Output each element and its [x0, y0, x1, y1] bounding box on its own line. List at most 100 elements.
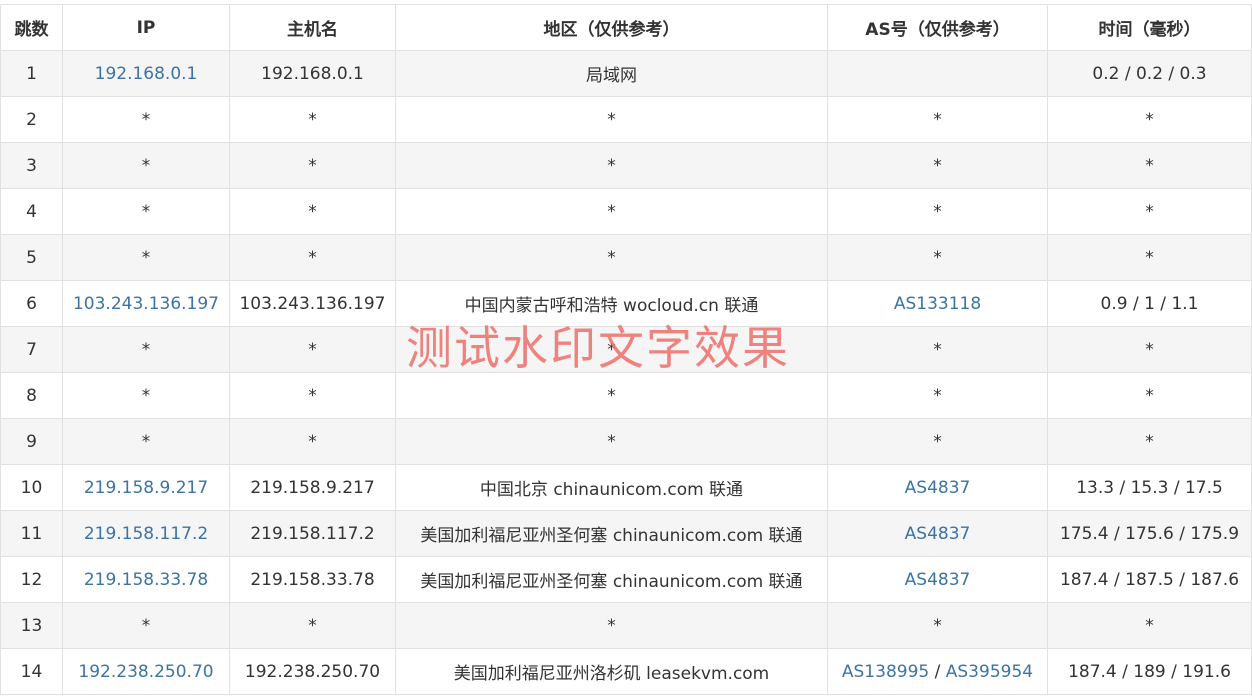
hostname-cell: *	[229, 372, 396, 419]
as-link[interactable]: AS138995	[842, 662, 929, 682]
time-cell: 13.3 / 15.3 / 17.5	[1047, 464, 1252, 511]
ip-cell: *	[62, 418, 230, 465]
table-row: 2 * * * * *	[0, 96, 1252, 143]
as-cell: AS4837	[827, 510, 1048, 557]
time-cell: 0.2 / 0.2 / 0.3	[1047, 50, 1252, 97]
ip-cell: 192.238.250.70	[62, 648, 230, 695]
time-cell: *	[1047, 602, 1252, 649]
hop-cell: 8	[0, 372, 63, 419]
hostname-cell: 219.158.33.78	[229, 556, 396, 603]
time-cell: *	[1047, 418, 1252, 465]
as-cell: *	[827, 326, 1048, 373]
hop-cell: 14	[0, 648, 63, 695]
time-cell: *	[1047, 96, 1252, 143]
hostname-cell: *	[229, 418, 396, 465]
header-time: 时间（毫秒）	[1047, 4, 1252, 51]
as-cell: *	[827, 418, 1048, 465]
table-row: 11 219.158.117.2 219.158.117.2 美国加利福尼亚州圣何塞 …	[0, 510, 1252, 557]
region-cell: *	[395, 326, 828, 373]
hostname-cell: *	[229, 188, 396, 235]
region-cell: *	[395, 418, 828, 465]
table-row: 5 * * * * *	[0, 234, 1252, 281]
ip-link[interactable]: 103.243.136.197	[73, 294, 219, 314]
hostname-cell: 219.158.9.217	[229, 464, 396, 511]
as-link[interactable]: AS133118	[894, 294, 981, 314]
ip-cell: 219.158.9.217	[62, 464, 230, 511]
hostname-cell: 192.168.0.1	[229, 50, 396, 97]
ip-link[interactable]: 192.168.0.1	[95, 64, 198, 84]
header-ip: IP	[62, 4, 230, 51]
table-row: 3 * * * * *	[0, 142, 1252, 189]
table-row: 10 219.158.9.217 219.158.9.217 中国北京 chinaun…	[0, 464, 1252, 511]
region-cell: 美国加利福尼亚州圣何塞 chinaunicom.com 联通	[395, 556, 828, 603]
hostname-cell: 219.158.117.2	[229, 510, 396, 557]
header-as: AS号（仅供参考）	[827, 4, 1048, 51]
as-link[interactable]: AS4837	[905, 524, 971, 544]
hostname-cell: *	[229, 326, 396, 373]
ip-cell: *	[62, 372, 230, 419]
hop-cell: 9	[0, 418, 63, 465]
ip-cell: *	[62, 142, 230, 189]
region-cell: *	[395, 96, 828, 143]
traceroute-table: 跳数 IP 主机名 地区（仅供参考） AS号（仅供参考） 时间（毫秒） 1 192…	[0, 4, 1252, 695]
hop-cell: 4	[0, 188, 63, 235]
table-header-row: 跳数 IP 主机名 地区（仅供参考） AS号（仅供参考） 时间（毫秒）	[0, 4, 1252, 51]
region-cell: 中国内蒙古呼和浩特 wocloud.cn 联通	[395, 280, 828, 327]
region-cell: 美国加利福尼亚州圣何塞 chinaunicom.com 联通	[395, 510, 828, 557]
hop-cell: 11	[0, 510, 63, 557]
ip-cell: 219.158.117.2	[62, 510, 230, 557]
time-cell: 187.4 / 187.5 / 187.6	[1047, 556, 1252, 603]
as-cell: AS4837	[827, 556, 1048, 603]
region-cell: *	[395, 372, 828, 419]
table-row: 6 103.243.136.197 103.243.136.197 中国内蒙古呼和浩特…	[0, 280, 1252, 327]
hop-cell: 1	[0, 50, 63, 97]
table-row: 14 192.238.250.70 192.238.250.70 美国加利福尼亚州洛杉…	[0, 648, 1252, 695]
hop-cell: 6	[0, 280, 63, 327]
ip-cell: *	[62, 188, 230, 235]
hop-cell: 2	[0, 96, 63, 143]
ip-cell: *	[62, 234, 230, 281]
as-cell	[827, 50, 1048, 97]
table-row: 9 * * * * *	[0, 418, 1252, 465]
hop-cell: 10	[0, 464, 63, 511]
table-row: 12 219.158.33.78 219.158.33.78 美国加利福尼亚州圣何塞 …	[0, 556, 1252, 603]
region-cell: *	[395, 188, 828, 235]
ip-link[interactable]: 219.158.117.2	[84, 524, 208, 544]
header-hostname: 主机名	[229, 4, 396, 51]
region-cell: *	[395, 602, 828, 649]
table-row: 1 192.168.0.1 192.168.0.1 局域网 0.2 / 0.2 / 0.…	[0, 50, 1252, 97]
time-cell: 187.4 / 189 / 191.6	[1047, 648, 1252, 695]
header-hop: 跳数	[0, 4, 63, 51]
hostname-cell: *	[229, 602, 396, 649]
ip-link[interactable]: 219.158.33.78	[84, 570, 208, 590]
hostname-cell: *	[229, 142, 396, 189]
ip-cell: 219.158.33.78	[62, 556, 230, 603]
time-cell: *	[1047, 372, 1252, 419]
time-cell: *	[1047, 188, 1252, 235]
hop-cell: 5	[0, 234, 63, 281]
region-cell: *	[395, 142, 828, 189]
hop-cell: 3	[0, 142, 63, 189]
time-cell: 175.4 / 175.6 / 175.9	[1047, 510, 1252, 557]
ip-cell: *	[62, 326, 230, 373]
as-cell: *	[827, 234, 1048, 281]
ip-link[interactable]: 219.158.9.217	[84, 478, 208, 498]
as-link[interactable]: AS4837	[905, 570, 971, 590]
hostname-cell: 103.243.136.197	[229, 280, 396, 327]
as-cell: *	[827, 142, 1048, 189]
region-cell: 美国加利福尼亚州洛杉矶 leasekvm.com	[395, 648, 828, 695]
ip-cell: 103.243.136.197	[62, 280, 230, 327]
ip-cell: 192.168.0.1	[62, 50, 230, 97]
table-row: 8 * * * * *	[0, 372, 1252, 419]
time-cell: *	[1047, 234, 1252, 281]
as-cell: *	[827, 602, 1048, 649]
time-cell: *	[1047, 142, 1252, 189]
table-row: 13 * * * * *	[0, 602, 1252, 649]
as-link[interactable]: AS4837	[905, 478, 971, 498]
as-link[interactable]: AS395954	[946, 662, 1033, 682]
ip-link[interactable]: 192.238.250.70	[78, 662, 213, 682]
hostname-cell: *	[229, 234, 396, 281]
hop-cell: 7	[0, 326, 63, 373]
as-cell: *	[827, 96, 1048, 143]
ip-cell: *	[62, 602, 230, 649]
